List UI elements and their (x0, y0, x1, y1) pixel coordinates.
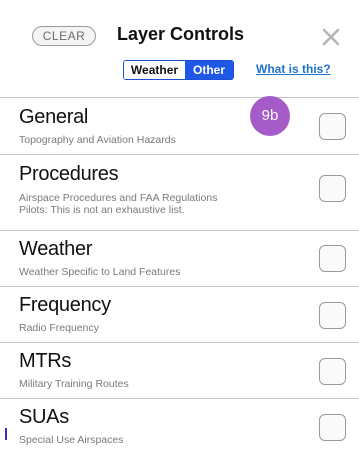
close-icon[interactable] (320, 26, 342, 48)
layer-checkbox-frequency[interactable] (319, 302, 346, 329)
toggle-weather-button[interactable]: Weather (124, 61, 185, 79)
layer-row-procedures[interactable]: Procedures Airspace Procedures and FAA R… (0, 155, 359, 231)
layer-row-mtrs[interactable]: MTRs Military Training Routes (0, 343, 359, 399)
layer-title: Weather (19, 238, 93, 260)
clear-button[interactable]: CLEAR (32, 26, 96, 46)
layer-checkbox-mtrs[interactable] (319, 358, 346, 385)
layer-subtitle: Radio Frequency (19, 322, 99, 334)
layer-title: General (19, 106, 89, 128)
layer-checkbox-suas[interactable] (319, 414, 346, 441)
edge-marker (5, 428, 7, 440)
layer-title: SUAs (19, 406, 69, 428)
category-toggle: Weather Other (123, 60, 234, 80)
layer-row-suas[interactable]: SUAs Special Use Airspaces (0, 399, 359, 454)
layer-subtitle: Weather Specific to Land Features (19, 266, 181, 278)
what-is-this-link[interactable]: What is this? (256, 62, 331, 76)
layer-subtitle: Topography and Aviation Hazards (19, 134, 176, 146)
toggle-other-button[interactable]: Other (185, 61, 233, 79)
layer-checkbox-procedures[interactable] (319, 175, 346, 202)
layer-row-general[interactable]: General Topography and Aviation Hazards (0, 98, 359, 155)
layer-row-frequency[interactable]: Frequency Radio Frequency (0, 287, 359, 343)
layer-subtitle: Airspace Procedures and FAA Regulations (19, 192, 218, 204)
layer-title: Frequency (19, 294, 111, 316)
panel-header: CLEAR Layer Controls Weather Other What … (0, 0, 359, 98)
layer-row-weather[interactable]: Weather Weather Specific to Land Feature… (0, 231, 359, 287)
layer-checkbox-general[interactable] (319, 113, 346, 140)
layer-subtitle: Special Use Airspaces (19, 434, 124, 446)
layer-subtitle: Military Training Routes (19, 378, 129, 390)
layer-subtitle-note: Pilots: This is not an exhaustive list. (19, 204, 185, 216)
panel-title: Layer Controls (117, 24, 245, 44)
step-badge: 9b (250, 96, 290, 136)
layer-checkbox-weather[interactable] (319, 245, 346, 272)
layer-title: Procedures (19, 163, 119, 185)
layer-title: MTRs (19, 350, 72, 372)
layer-controls-panel: CLEAR Layer Controls Weather Other What … (0, 0, 359, 454)
